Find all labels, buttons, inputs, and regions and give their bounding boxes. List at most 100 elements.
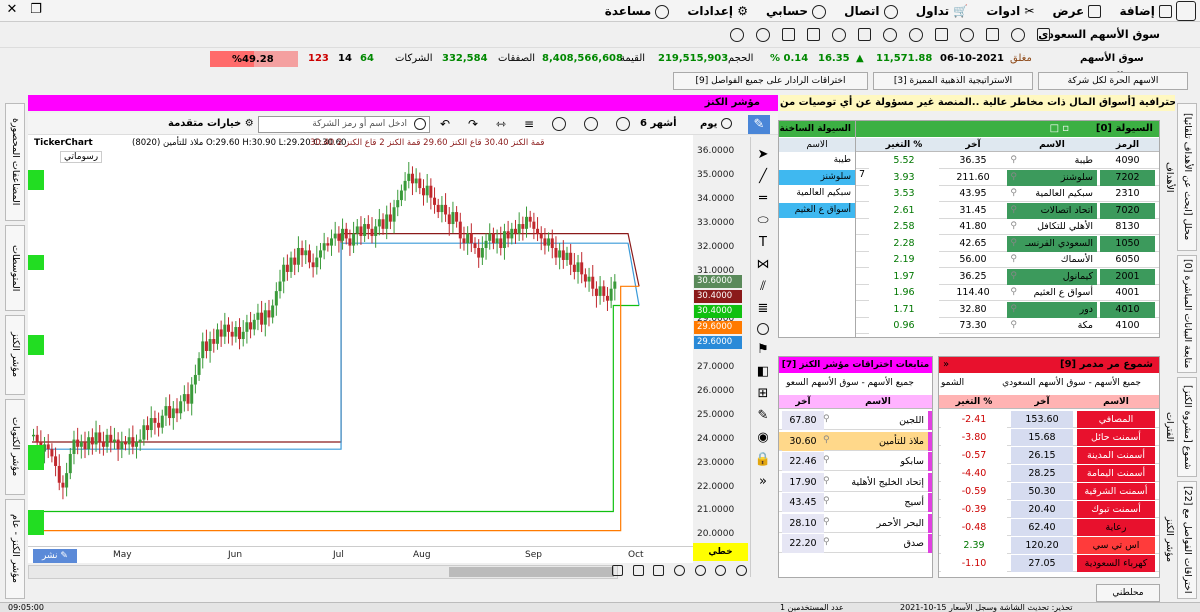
publish-button[interactable]: نشر ✎ bbox=[33, 549, 77, 563]
zoom-icon-1[interactable] bbox=[612, 565, 623, 576]
menu-help[interactable]: مساعدة bbox=[605, 2, 670, 20]
vtab-writings[interactable]: مؤشر الكتوبات bbox=[5, 399, 25, 495]
table-row[interactable]: 6050 الأسماك 56.00 2.19 ⚲ bbox=[856, 252, 1159, 268]
vtab-breakouts[interactable]: [22] اختراقات الفواصل مع مؤشر الكنز bbox=[1164, 481, 1197, 599]
gainers-col-header[interactable]: الاسم bbox=[1007, 138, 1097, 152]
table-row[interactable]: 2001 كيمانول 36.25 1.97 ⚲ bbox=[856, 268, 1159, 285]
pointer-icon[interactable]: ➤ bbox=[758, 147, 769, 162]
gainers-col-header[interactable]: الرمز bbox=[1100, 138, 1155, 152]
table-row[interactable]: اللجين 67.80 ⚲ bbox=[779, 411, 932, 430]
brush-icon[interactable]: ✎ bbox=[758, 408, 769, 423]
fib-icon[interactable]: ≣ bbox=[758, 301, 769, 316]
zoom-in-icon[interactable] bbox=[715, 565, 727, 576]
vtab-targets[interactable]: [ابحث عن الأهداف تلقائيا] محلل الأهداف bbox=[1164, 103, 1197, 251]
measure-icon[interactable]: ⊞ bbox=[758, 386, 769, 401]
toolbar-icon-10[interactable] bbox=[960, 28, 974, 42]
text-icon[interactable]: T bbox=[759, 235, 767, 250]
list-item[interactable]: أسواق ع العثيم bbox=[779, 202, 855, 218]
pin-icon[interactable]: ⚲ bbox=[1010, 172, 1017, 182]
list-item[interactable]: طيبة bbox=[779, 153, 855, 168]
table-row[interactable]: أسمنت حائل 15.68 -3.80 bbox=[939, 429, 1159, 446]
pin-icon[interactable]: ⚲ bbox=[823, 455, 830, 465]
menu-connect[interactable]: اتصال bbox=[844, 2, 898, 20]
pin-icon[interactable]: ⚲ bbox=[1010, 254, 1017, 264]
panel-window-icons[interactable]: □ ▫ bbox=[1050, 121, 1069, 137]
toolbar-icon-6[interactable] bbox=[858, 28, 871, 41]
menu-tools[interactable]: ادوات ✂ bbox=[986, 2, 1034, 20]
alert-icon[interactable] bbox=[552, 117, 567, 131]
menu-settings[interactable]: إعدادات ⚙ bbox=[687, 2, 748, 20]
vtab-candles[interactable]: [مشروة الكنز] شموع الفترات bbox=[1164, 377, 1197, 477]
gainers-col-header[interactable]: آخر bbox=[942, 138, 1004, 152]
toolbar-icon-1[interactable] bbox=[730, 28, 744, 42]
losers-col-header[interactable]: الاسم bbox=[1077, 395, 1155, 409]
flag-icon[interactable]: ⚑ bbox=[757, 342, 769, 357]
table-row[interactable]: إتحاد الخليج الأهلية 17.90 ⚲ bbox=[779, 472, 932, 492]
eye-icon[interactable]: ◉ bbox=[757, 430, 768, 445]
pin-icon[interactable]: ⚲ bbox=[1010, 188, 1017, 198]
chart-scrollbar[interactable] bbox=[28, 565, 618, 579]
zoom-out-icon[interactable] bbox=[735, 565, 747, 576]
pencil-icon[interactable] bbox=[615, 117, 630, 131]
pin-icon[interactable]: ⚲ bbox=[823, 435, 830, 445]
indicator-icon[interactable]: ≡ bbox=[524, 117, 534, 133]
losers-col-header[interactable]: التغير % bbox=[941, 395, 1007, 409]
table-row[interactable]: 7202 سلوشنز 211.60 3.93 ⚲ bbox=[856, 169, 1159, 186]
pin-icon[interactable]: ⚲ bbox=[823, 517, 830, 527]
breakouts-col-header[interactable]: الاسم bbox=[828, 395, 928, 409]
zoom-icon-4[interactable] bbox=[673, 565, 685, 576]
line-icon[interactable]: ╱ bbox=[759, 169, 767, 184]
bottom-action-button[interactable]: محلطني bbox=[1096, 584, 1160, 602]
channel-icon[interactable]: ⫽ bbox=[760, 279, 766, 294]
tab-radar[interactable]: اختراقات الرادار على جميع الفواصل [9] bbox=[673, 72, 868, 90]
pin-icon[interactable]: ⚲ bbox=[1010, 205, 1017, 215]
vtab-live[interactable]: متابعة البيانات المباشرة [0] bbox=[1177, 255, 1197, 373]
table-row[interactable]: 4090 طيبة 36.35 5.52 ⚲ bbox=[856, 153, 1159, 169]
menu-add[interactable]: إضافة bbox=[1119, 2, 1172, 20]
scroll-thumb[interactable] bbox=[449, 567, 614, 577]
shape-icon[interactable]: ◧ bbox=[757, 364, 769, 379]
menu-trade[interactable]: تداول 🛒 bbox=[916, 2, 969, 20]
table-row[interactable]: اس تي سي 120.20 2.39 bbox=[939, 537, 1159, 554]
breakouts-col-header[interactable]: آخر bbox=[782, 395, 824, 409]
losers-filter-label[interactable]: الشمو bbox=[941, 375, 964, 391]
lock-icon[interactable]: 🔒 bbox=[755, 452, 771, 467]
toolbar-icon-7[interactable] bbox=[883, 28, 897, 42]
pattern-icon[interactable]: ⋈ bbox=[757, 257, 770, 272]
vtab-multiples[interactable]: المضاعفات المحصورة bbox=[5, 103, 25, 221]
table-row[interactable]: 4010 دور 32.80 1.71 ⚲ bbox=[856, 301, 1159, 318]
menu-icon[interactable] bbox=[1176, 1, 1196, 21]
breakouts-filter[interactable]: جميع الأسهم - سوق الأسهم السعو bbox=[779, 375, 932, 391]
table-row[interactable]: 7020 اتحاد اتصالات 31.45 2.61 ⚲ bbox=[856, 202, 1159, 219]
search-icon[interactable] bbox=[414, 118, 426, 130]
toolbar-icon-11[interactable] bbox=[986, 28, 999, 41]
toolbar-icon-2[interactable] bbox=[756, 28, 770, 42]
pin-icon[interactable]: ⚲ bbox=[823, 537, 830, 547]
period-months[interactable]: 6 أشهر bbox=[640, 118, 677, 129]
pin-icon[interactable]: ⚲ bbox=[1010, 155, 1017, 165]
vtab-kanz[interactable]: مؤشر الكنز bbox=[5, 315, 25, 395]
toolbar-icon-9[interactable] bbox=[935, 28, 948, 41]
pin-icon[interactable]: ⚲ bbox=[823, 496, 830, 506]
tab-free-shares[interactable]: الاسهم الحرة لكل شركة bbox=[1038, 72, 1188, 90]
losers-filter[interactable]: جميع الأسهم - سوق الأسهم السعودي bbox=[939, 375, 1159, 391]
zoom-icon-2[interactable] bbox=[632, 565, 644, 576]
table-row[interactable]: سابكو 22.46 ⚲ bbox=[779, 452, 932, 471]
pin-icon[interactable]: ⚲ bbox=[1010, 238, 1017, 248]
tab-golden[interactable]: الاستراتيجية الذهبية المميزة [3] bbox=[873, 72, 1033, 90]
losers-col-header[interactable]: آخر bbox=[1011, 395, 1073, 409]
window-restore-icon[interactable]: ❐ bbox=[28, 2, 44, 18]
table-row[interactable]: المصافي 153.60 -2.41 bbox=[939, 411, 1159, 428]
pin-icon[interactable]: ⚲ bbox=[1010, 320, 1017, 330]
table-row[interactable]: أسمنت الشرقية 50.30 -0.59 bbox=[939, 483, 1159, 500]
table-row[interactable]: 8130 الأهلي للتكافل 41.80 2.58 ⚲ bbox=[856, 219, 1159, 235]
expand-icon[interactable]: » bbox=[943, 357, 949, 373]
toolbar-icon-4[interactable] bbox=[807, 28, 820, 41]
gainers-col-header[interactable]: التغير % bbox=[869, 138, 939, 152]
pin-icon[interactable]: ⚲ bbox=[1010, 221, 1017, 231]
toolbar-icon-13[interactable] bbox=[1037, 28, 1050, 41]
table-row[interactable]: 4100 مكة 73.30 0.96 ⚲ bbox=[856, 318, 1159, 334]
cross-icon[interactable] bbox=[584, 117, 599, 131]
table-row[interactable]: أسمنت اليمامة 28.25 -4.40 bbox=[939, 465, 1159, 482]
undo-icon[interactable]: ↶ bbox=[440, 117, 450, 133]
